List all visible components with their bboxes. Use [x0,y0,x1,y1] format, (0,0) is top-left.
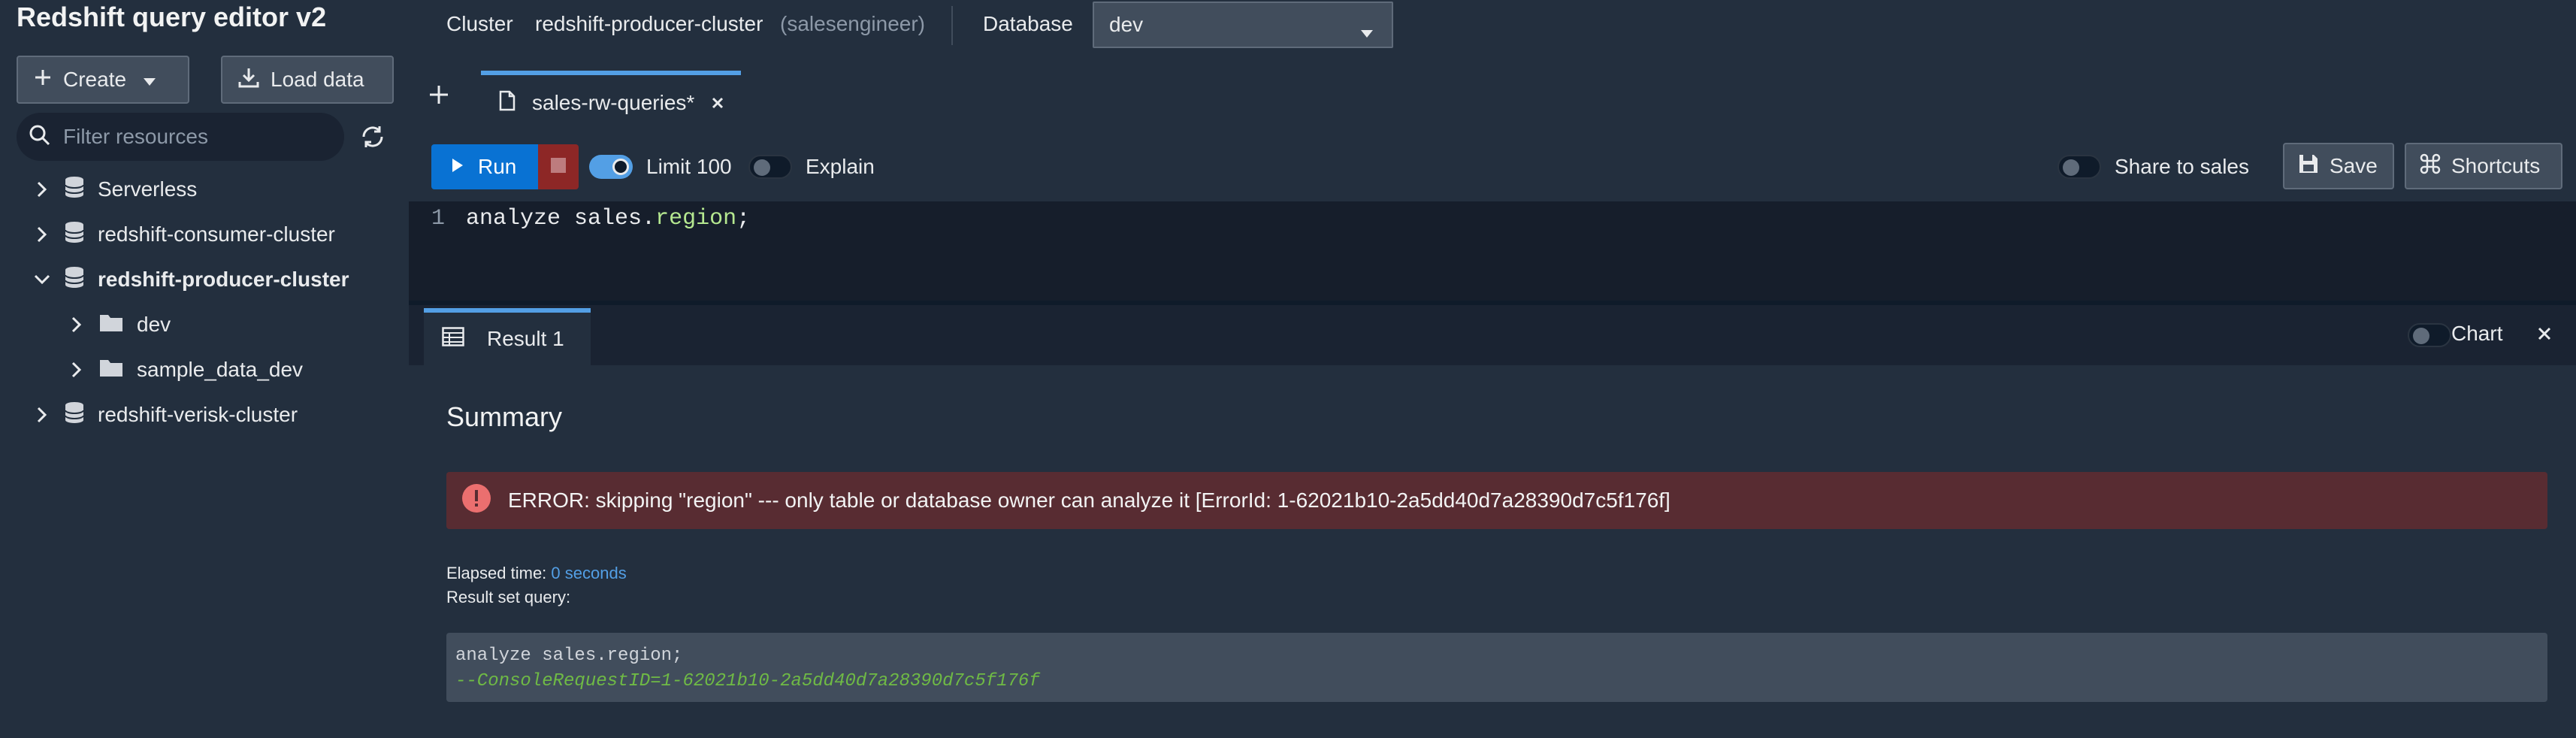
tree-item-label: sample_data_dev [137,358,304,381]
elapsed-label: Elapsed time: [446,564,547,582]
filter-resources-input[interactable] [62,124,332,150]
summary-title: Summary [446,401,563,432]
error-message: ERROR: skipping "region" --- only table … [508,488,1670,512]
tree-item-sample-data-dev[interactable]: sample_data_dev [68,349,303,391]
database-icon [65,266,84,294]
database-icon [65,221,84,249]
divider [951,6,953,45]
limit-label: Limit 100 [646,155,732,178]
create-button[interactable]: Create [17,56,189,104]
stop-icon [551,157,566,177]
app-title: Redshift query editor v2 [17,2,327,32]
chevron-right-icon[interactable] [33,406,51,424]
line-number: 1 [431,206,446,231]
tree-item-label: dev [137,313,171,336]
tree-item-label: redshift-producer-cluster [98,268,349,291]
share-label: Share to sales [2115,155,2249,178]
cluster-user: (salesengineer) [780,12,925,35]
error-alert: ERROR: skipping "region" --- only table … [446,472,2547,529]
result-set-query-label: Result set query: [446,588,571,606]
database-select[interactable]: dev [1093,2,1393,48]
tab-sales-rw-queries[interactable]: sales-rw-queries* [481,71,741,131]
save-button[interactable]: Save [2283,143,2394,189]
tree-item-label: redshift-consumer-cluster [98,222,335,246]
query-comment: --ConsoleRequestID=1-62021b10-2a5dd40d7a… [455,671,1040,691]
tree-item-label: redshift-verisk-cluster [98,403,298,426]
shortcuts-label: Shortcuts [2451,154,2541,177]
elapsed-time: Elapsed time: 0 seconds [446,564,627,583]
result-panel: Result 1 Chart Summary ERROR: skipping "… [409,305,2576,738]
resource-sidebar: Redshift query editor v2 Create Load dat… [0,0,409,738]
download-icon [237,66,260,94]
editor-main: Cluster redshift-producer-cluster (sales… [409,0,2576,738]
save-label: Save [2330,154,2378,177]
database-select-value: dev [1109,13,1144,36]
query-line: analyze sales.region; [455,646,683,666]
search-icon [29,124,51,150]
share-toggle[interactable] [2057,155,2101,179]
chevron-right-icon[interactable] [68,361,86,379]
table-icon [442,326,464,352]
caret-down-icon [1360,20,1374,44]
folder-icon [99,313,123,337]
filter-resources-field[interactable] [17,113,344,161]
play-icon [451,155,464,179]
run-label: Run [478,155,517,178]
query-toolbar: Run Limit 100 Explain Share to sales Sav… [409,131,2576,201]
tree-item-serverless[interactable]: Serverless [33,168,197,210]
run-button[interactable]: Run [431,144,538,189]
tree-item-redshift-verisk-cluster[interactable]: redshift-verisk-cluster [33,394,298,436]
add-tab-plus-icon[interactable] [428,84,458,114]
tree-item-redshift-consumer-cluster[interactable]: redshift-consumer-cluster [33,213,335,256]
command-icon [2420,153,2441,180]
chevron-down-icon[interactable] [33,271,51,289]
result-tab-label: Result 1 [487,327,564,350]
file-icon [499,90,516,116]
sql-editor[interactable]: 1 analyze sales.region; [409,201,2576,301]
query-tab-bar: sales-rw-queries* [409,53,2576,131]
cluster-value[interactable]: redshift-producer-cluster [535,12,763,36]
cluster-label: Cluster [446,12,513,35]
code-line[interactable]: analyze sales.region; [466,206,750,231]
stop-button[interactable] [538,144,579,189]
caret-down-icon [143,68,156,92]
tab-label: sales-rw-queries* [532,91,695,114]
error-icon [461,483,491,519]
close-tab-icon[interactable] [711,91,724,115]
result-tab-bar: Result 1 Chart [409,305,2576,365]
shortcuts-button[interactable]: Shortcuts [2405,143,2562,189]
tree-item-dev[interactable]: dev [68,304,171,346]
chevron-right-icon[interactable] [33,225,51,243]
load-data-label: Load data [271,68,364,91]
explain-label: Explain [806,155,875,178]
save-icon [2298,153,2319,180]
elapsed-value: 0 seconds [551,564,627,582]
code-token: . [642,206,656,231]
code-token-property: region [655,206,737,231]
refresh-icon[interactable] [355,119,391,155]
chart-toggle[interactable] [2408,323,2451,347]
chevron-right-icon[interactable] [33,180,51,198]
load-data-button[interactable]: Load data [221,56,394,104]
folder-icon [99,358,123,383]
chevron-right-icon[interactable] [68,316,86,334]
code-token: analyze sales [466,206,642,231]
connection-bar: Cluster redshift-producer-cluster (sales… [409,0,2576,53]
limit-toggle[interactable] [589,155,633,179]
database-icon [65,176,84,204]
database-icon [65,401,84,429]
code-token: ; [736,206,751,231]
create-button-label: Create [63,68,127,91]
tab-result-1[interactable]: Result 1 [424,308,591,365]
database-label: Database [983,12,1073,35]
close-icon[interactable] [2537,326,2552,345]
result-set-query-box: analyze sales.region; --ConsoleRequestID… [446,633,2547,702]
explain-toggle[interactable] [748,155,792,179]
plus-icon [33,68,53,92]
tree-item-redshift-producer-cluster[interactable]: redshift-producer-cluster [33,259,349,301]
chart-label: Chart [2451,322,2503,345]
tree-item-label: Serverless [98,177,198,201]
